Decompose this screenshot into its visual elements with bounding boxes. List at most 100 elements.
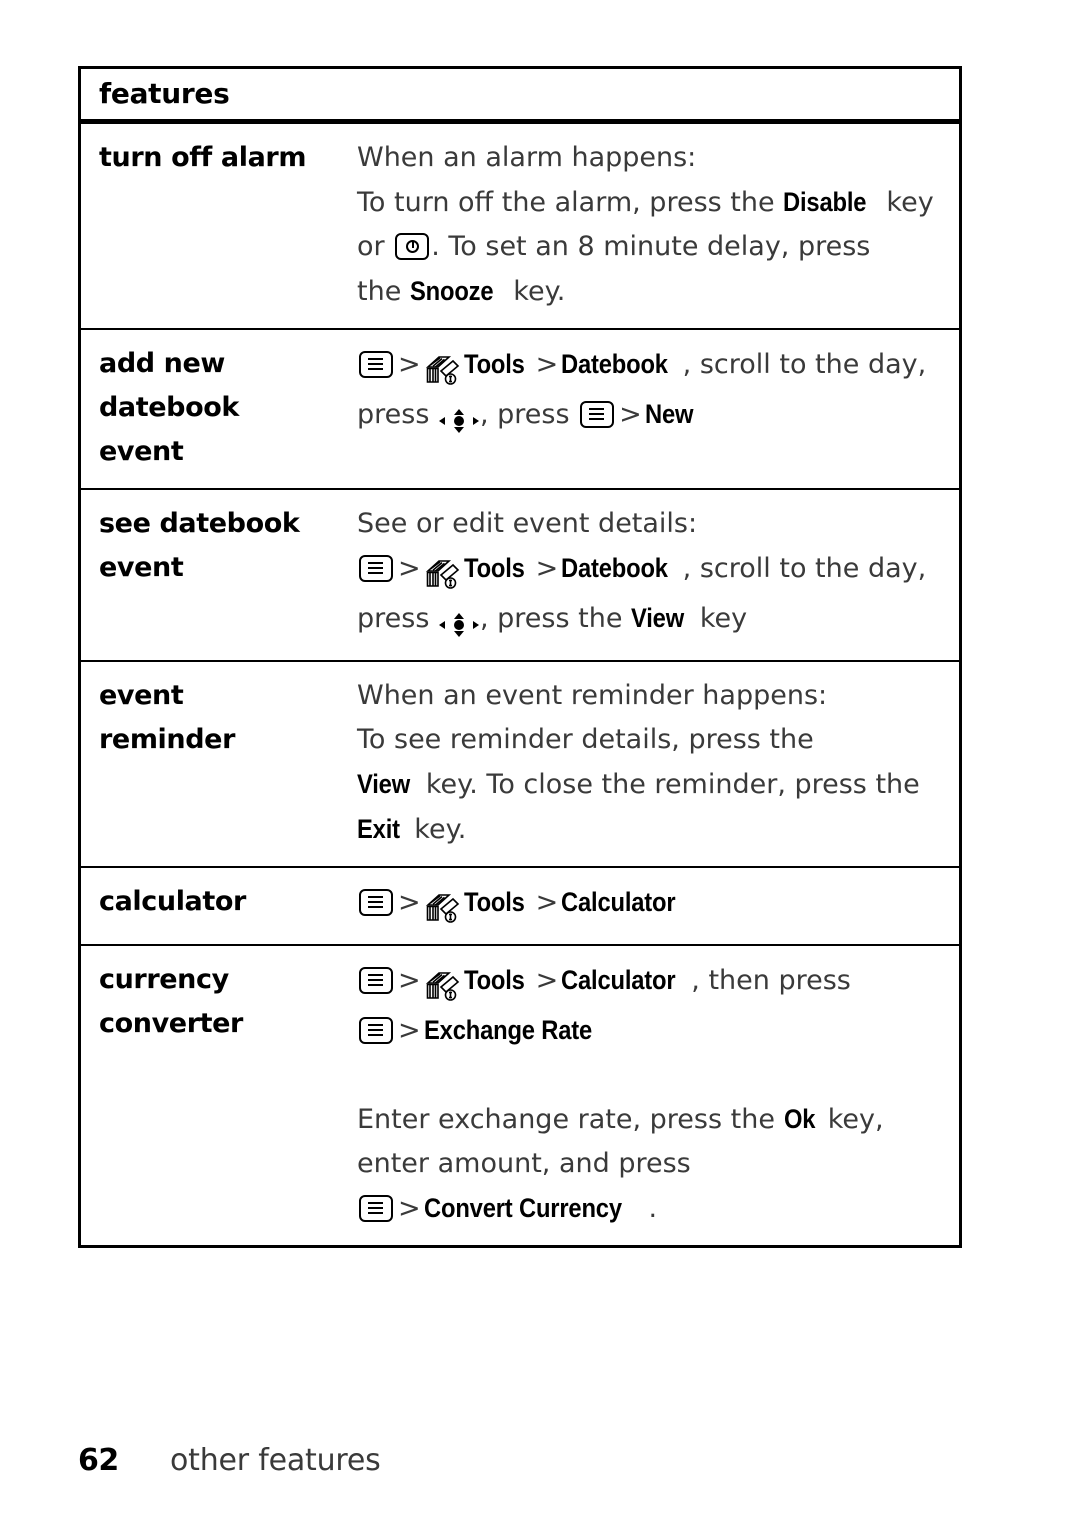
feature-description-line: > Tools > Calculator <box>357 880 947 930</box>
device-label: Tools <box>463 887 525 917</box>
feature-term-line: currency <box>99 964 229 995</box>
menu-key-icon <box>359 555 393 582</box>
feature-term-cell: turn off alarm <box>81 122 349 330</box>
feature-description-line: or . To set an 8 minute delay, press <box>357 231 871 262</box>
menu-key-icon <box>359 889 393 916</box>
feature-description-line: > Tools > Datebook, scroll to the day, <box>357 342 947 392</box>
menu-separator: > <box>398 349 421 380</box>
feature-term-line: turn off alarm <box>99 142 307 173</box>
feature-description-line: press , press the View key <box>357 596 947 646</box>
feature-description-line: press , press > New <box>357 392 947 442</box>
feature-term-cell: currency converter <box>81 944 349 1245</box>
table-row: turn off alarm When an alarm happens: To t… <box>81 122 959 330</box>
feature-term-line: event <box>99 436 184 467</box>
menu-separator: > <box>398 887 421 918</box>
feature-description-line: When an alarm happens: <box>357 142 697 173</box>
feature-description-line: Exit key. <box>357 807 947 852</box>
device-label: View <box>631 603 685 633</box>
menu-separator: > <box>535 965 559 996</box>
device-label: View <box>357 769 411 799</box>
menu-separator: > <box>619 399 642 430</box>
table-row: see datebook event See or edit event detai… <box>81 488 960 661</box>
device-label: Datebook <box>561 553 669 583</box>
feature-description-line <box>357 1053 947 1097</box>
device-label: Calculator <box>561 887 676 917</box>
device-label: Disable <box>783 187 867 217</box>
feature-term-cell: see datebook event <box>81 488 349 661</box>
table-row: currency converter > Tools > Calculator, then… <box>81 944 960 1245</box>
device-label: Snooze <box>409 276 494 306</box>
device-label: Tools <box>463 349 525 379</box>
feature-description-line: the Snooze key. <box>357 269 947 314</box>
device-label: Tools <box>463 965 525 995</box>
tools-icon <box>424 964 464 1008</box>
device-label: Calculator <box>561 965 676 995</box>
device-label: New <box>644 399 694 429</box>
feature-description-cell: See or edit event details: > Tools > Dateboo… <box>349 488 960 661</box>
feature-description-cell: > Tools > Calculator <box>349 866 960 945</box>
menu-separator: > <box>398 1015 421 1046</box>
feature-description-line: When an event reminder happens: <box>357 680 828 711</box>
menu-key-icon <box>359 1195 393 1222</box>
feature-term-line: event <box>99 680 184 711</box>
feature-description-line: Enter exchange rate, press the Ok key, <box>357 1097 947 1142</box>
device-label: Convert Currency <box>423 1193 622 1223</box>
feature-description-line: > Convert Currency. <box>357 1186 947 1231</box>
feature-term-cell: event reminder <box>81 660 349 867</box>
menu-key-icon <box>359 351 393 378</box>
manual-page: features turn off alarm When an alarm hap… <box>0 0 1080 1521</box>
device-label: Exchange Rate <box>423 1015 592 1045</box>
device-label: Datebook <box>561 349 669 379</box>
nav-key-icon <box>438 602 480 646</box>
device-label: Tools <box>463 553 525 583</box>
menu-separator: > <box>535 349 559 380</box>
table-header-row: features <box>81 69 960 124</box>
feature-description-cell: When an event reminder happens: To see re… <box>349 660 960 867</box>
page-number: 62 <box>78 1443 119 1478</box>
page-footer: 62 other features <box>78 1443 962 1478</box>
feature-description-line: > Tools > Calculator, then press <box>357 958 947 1008</box>
menu-separator: > <box>398 553 421 584</box>
features-table-body: features turn off alarm When an alarm hap… <box>81 69 960 1245</box>
device-label: Ok <box>783 1104 816 1134</box>
menu-key-icon <box>580 401 615 428</box>
tools-icon <box>424 886 464 930</box>
feature-term-line: event <box>99 552 184 583</box>
nav-key-icon <box>438 398 480 442</box>
table-row: event reminder When an event reminder happ… <box>81 660 960 867</box>
tools-icon <box>424 552 464 596</box>
feature-description-line: To see reminder details, press the <box>357 724 814 755</box>
feature-description-cell: > Tools > Datebook, scroll to the day, press… <box>349 328 960 489</box>
menu-separator: > <box>535 553 559 584</box>
menu-key-icon <box>359 1017 393 1044</box>
feature-term-cell: add new datebook event <box>81 328 349 489</box>
feature-term-line: converter <box>99 1008 243 1039</box>
table-row: add new datebook event > Tools > Datebook, scr… <box>81 328 960 489</box>
page-section-caption: other features <box>170 1443 381 1478</box>
feature-description-line: > Tools > Datebook, scroll to the day, <box>357 546 947 596</box>
feature-term-line: see datebook <box>99 508 300 539</box>
tools-icon <box>424 348 464 392</box>
feature-description-line: > Exchange Rate <box>357 1008 947 1053</box>
feature-term-line: reminder <box>99 724 235 755</box>
power-key-icon <box>395 233 430 260</box>
feature-description-line: To turn off the alarm, press the Disable… <box>357 180 947 225</box>
table-header-cell: features <box>81 69 960 124</box>
device-label: Exit <box>357 814 400 844</box>
table-row: calculator > Tools > Calculator <box>81 866 960 945</box>
feature-description-cell: When an alarm happens: To turn off the al… <box>349 122 959 330</box>
menu-key-icon <box>359 967 393 994</box>
features-header-label: features <box>99 77 230 110</box>
feature-term-line: calculator <box>99 886 246 917</box>
menu-separator: > <box>535 887 559 918</box>
feature-description-line: See or edit event details: <box>357 508 698 539</box>
feature-description-line: View key. To close the reminder, press t… <box>357 762 947 807</box>
menu-separator: > <box>398 1193 421 1224</box>
features-table: features turn off alarm When an alarm hap… <box>78 66 962 1248</box>
feature-term-line: add new <box>99 348 225 379</box>
feature-description-cell: > Tools > Calculator, then press > Exchange R… <box>349 944 960 1245</box>
menu-separator: > <box>398 965 421 996</box>
feature-term-line: datebook <box>99 392 239 423</box>
feature-term-cell: calculator <box>81 866 349 945</box>
feature-description-line: enter amount, and press <box>357 1148 691 1179</box>
